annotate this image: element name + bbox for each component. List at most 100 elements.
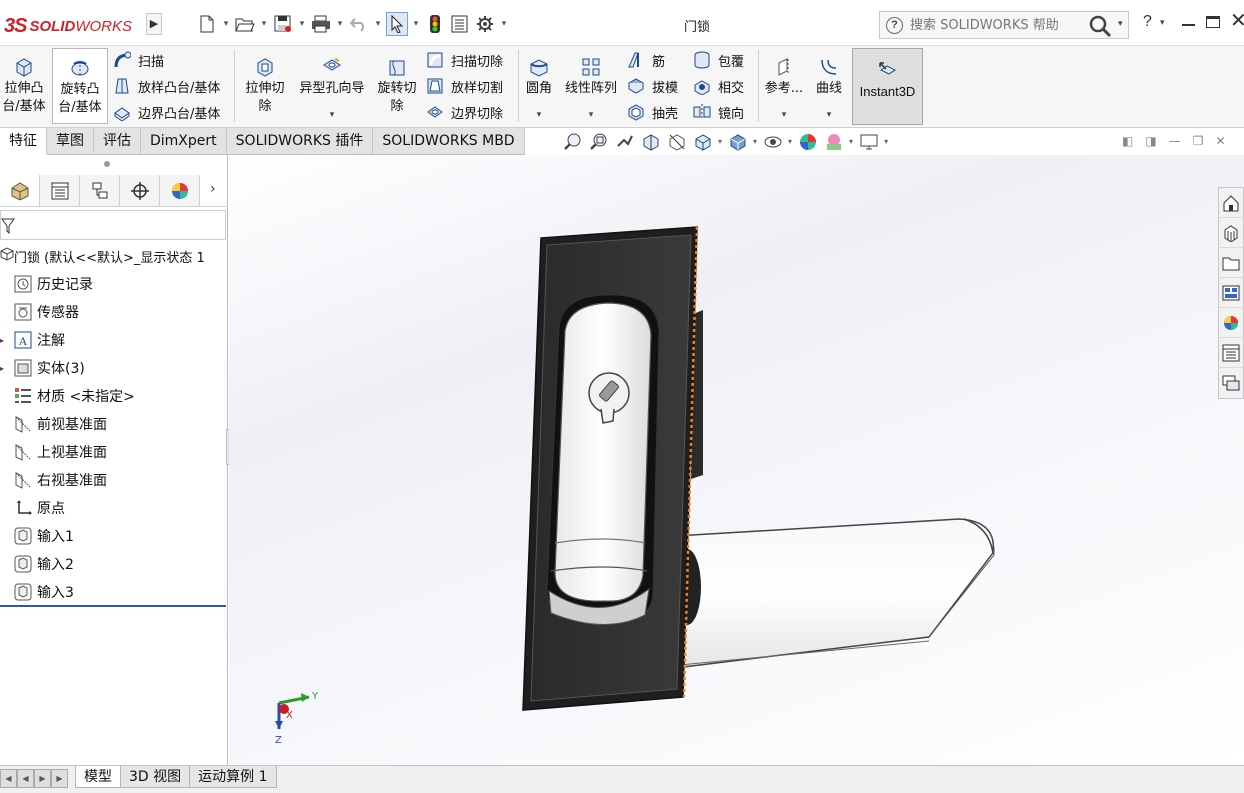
extrude-cut-button[interactable]: 拉伸切 除 <box>240 48 290 124</box>
new-dropdown-icon[interactable]: ▾ <box>221 19 231 29</box>
file-explorer-icon[interactable] <box>1219 248 1243 278</box>
help-search-box[interactable]: ? ▾ <box>879 11 1129 39</box>
tree-item-material[interactable]: 材质 <未指定> <box>0 383 228 409</box>
hide-show-dropdown-icon[interactable]: ▾ <box>788 137 792 146</box>
next-tab-icon[interactable]: ▶ <box>34 769 51 788</box>
loft-boss-button[interactable]: 放样凸台/基体 <box>112 74 220 98</box>
lock-cylinder-handle[interactable] <box>546 294 660 626</box>
tab-dimxpert[interactable]: DimXpert <box>141 128 227 155</box>
close-icon[interactable]: ✕ <box>1230 10 1244 30</box>
view-settings-icon[interactable] <box>858 131 879 152</box>
design-library-icon[interactable] <box>1219 218 1243 248</box>
apply-scene-icon[interactable] <box>823 131 844 152</box>
save-dropdown-icon[interactable]: ▾ <box>297 19 307 29</box>
previous-view-icon[interactable] <box>614 131 635 152</box>
fillet-button[interactable]: 圆角 ▾ <box>522 48 556 124</box>
tree-item-import1[interactable]: 输入1 <box>0 523 228 549</box>
options-icon[interactable] <box>474 12 496 36</box>
tab-solidworks-mbd[interactable]: SOLIDWORKS MBD <box>373 128 525 155</box>
file-properties-icon[interactable] <box>449 12 471 36</box>
reference-dropdown-icon[interactable]: ▾ <box>782 110 787 120</box>
tree-item-import2[interactable]: 输入2 <box>0 551 228 577</box>
menu-expand-arrow-icon[interactable]: ▶ <box>146 13 162 35</box>
tree-item-annotations[interactable]: ▸ A 注解 <box>0 327 228 353</box>
lever-handle[interactable] <box>658 518 995 671</box>
maximize-icon[interactable] <box>1206 16 1220 28</box>
forum-icon[interactable] <box>1219 368 1243 398</box>
tree-item-history[interactable]: 历史记录 <box>0 271 228 297</box>
solidworks-logo[interactable]: 3S SOLID WORKS <box>4 12 132 40</box>
solidworks-resources-icon[interactable] <box>1219 188 1243 218</box>
instant3d-button[interactable]: Instant3D <box>852 48 923 125</box>
panel-grip[interactable] <box>104 161 110 167</box>
view-settings-dropdown-icon[interactable]: ▾ <box>884 137 888 146</box>
manager-tabs-next-icon[interactable]: › <box>210 181 216 197</box>
viewport-close-icon[interactable]: ✕ <box>1215 134 1225 148</box>
revolve-boss-button[interactable]: 旋转凸 台/基体 <box>52 48 108 124</box>
graphics-viewport[interactable]: Y X Z <box>229 155 1244 765</box>
custom-properties-icon[interactable] <box>1219 338 1243 368</box>
select-icon[interactable] <box>386 12 408 36</box>
rollback-bar[interactable] <box>0 605 226 607</box>
wrap-button[interactable]: 包覆 <box>692 48 744 72</box>
open-dropdown-icon[interactable]: ▾ <box>259 19 269 29</box>
tree-item-origin[interactable]: 原点 <box>0 495 228 521</box>
expand-arrow-icon[interactable]: ▸ <box>0 364 12 373</box>
apply-scene-dropdown-icon[interactable]: ▾ <box>849 137 853 146</box>
hide-show-items-icon[interactable] <box>762 131 783 152</box>
tab-solidworks-addins[interactable]: SOLIDWORKS 插件 <box>226 128 374 155</box>
curves-dropdown-icon[interactable]: ▾ <box>827 110 832 120</box>
view-palette-icon[interactable] <box>1219 278 1243 308</box>
help-menu-button[interactable]: ? <box>1143 13 1152 31</box>
reference-geometry-button[interactable]: 参考... ▾ <box>762 48 806 124</box>
view-orientation-dropdown-icon[interactable]: ▾ <box>718 137 722 146</box>
rebuild-icon[interactable] <box>424 12 446 36</box>
fillet-dropdown-icon[interactable]: ▾ <box>537 110 542 120</box>
view-orientation-icon[interactable] <box>692 131 713 152</box>
minimize-icon[interactable] <box>1182 24 1195 26</box>
tree-root-part[interactable]: 门锁 (默认<<默认>_显示状态 1 <box>0 245 228 267</box>
tree-item-sensors[interactable]: 传感器 <box>0 299 228 325</box>
boundary-boss-button[interactable]: 边界凸台/基体 <box>112 100 220 124</box>
search-icon[interactable] <box>1088 14 1114 42</box>
options-dropdown-icon[interactable]: ▾ <box>499 19 509 29</box>
sweep-button[interactable]: 扫描 <box>112 48 164 72</box>
viewport-restore-left-icon[interactable]: ◧ <box>1122 134 1133 148</box>
appearances-icon[interactable] <box>1219 308 1243 338</box>
print-icon[interactable] <box>310 12 332 36</box>
extrude-boss-button[interactable]: 拉伸凸 台/基体 <box>0 48 48 124</box>
print-dropdown-icon[interactable]: ▾ <box>335 19 345 29</box>
select-dropdown-icon[interactable]: ▾ <box>411 19 421 29</box>
tree-item-right-plane[interactable]: 右视基准面 <box>0 467 228 493</box>
linear-pattern-button[interactable]: 线性阵列 ▾ <box>560 48 622 124</box>
help-search-input[interactable] <box>910 15 1078 35</box>
viewport-restore-icon[interactable]: ❐ <box>1193 134 1204 148</box>
tree-filter-bar[interactable] <box>0 210 226 240</box>
feature-manager-tab-icon[interactable] <box>0 175 40 206</box>
tree-item-solid-bodies[interactable]: ▸ 实体(3) <box>0 355 228 381</box>
zoom-to-fit-icon[interactable] <box>562 131 583 152</box>
lofted-cut-button[interactable]: 放样切割 <box>425 74 503 98</box>
edit-appearance-icon[interactable] <box>797 131 818 152</box>
intersect-button[interactable]: 相交 <box>692 74 744 98</box>
linear-pattern-dropdown-icon[interactable]: ▾ <box>589 110 594 120</box>
first-tab-icon[interactable]: ◀ <box>0 769 17 788</box>
display-style-icon[interactable] <box>727 131 748 152</box>
previous-tab-icon[interactable]: ◀ <box>17 769 34 788</box>
expand-arrow-icon[interactable]: ▸ <box>0 336 12 345</box>
hole-wizard-button[interactable]: 异型孔向导 ▾ <box>294 48 370 124</box>
undo-icon[interactable] <box>348 12 370 36</box>
shell-button[interactable]: 抽壳 <box>626 100 678 124</box>
help-dropdown-icon[interactable]: ▾ <box>1160 18 1165 28</box>
tab-evaluate[interactable]: 评估 <box>94 128 141 155</box>
display-manager-tab-icon[interactable] <box>160 175 200 206</box>
draft-button[interactable]: 拔模 <box>626 74 678 98</box>
dynamic-annotation-icon[interactable] <box>666 131 687 152</box>
mirror-button[interactable]: 镜向 <box>692 100 744 124</box>
tree-item-import3[interactable]: 输入3 <box>0 579 228 605</box>
open-icon[interactable] <box>234 12 256 36</box>
viewport-minimize-icon[interactable]: — <box>1169 134 1181 148</box>
boundary-cut-button[interactable]: 边界切除 <box>425 100 503 124</box>
section-view-icon[interactable] <box>640 131 661 152</box>
undo-dropdown-icon[interactable]: ▾ <box>373 19 383 29</box>
